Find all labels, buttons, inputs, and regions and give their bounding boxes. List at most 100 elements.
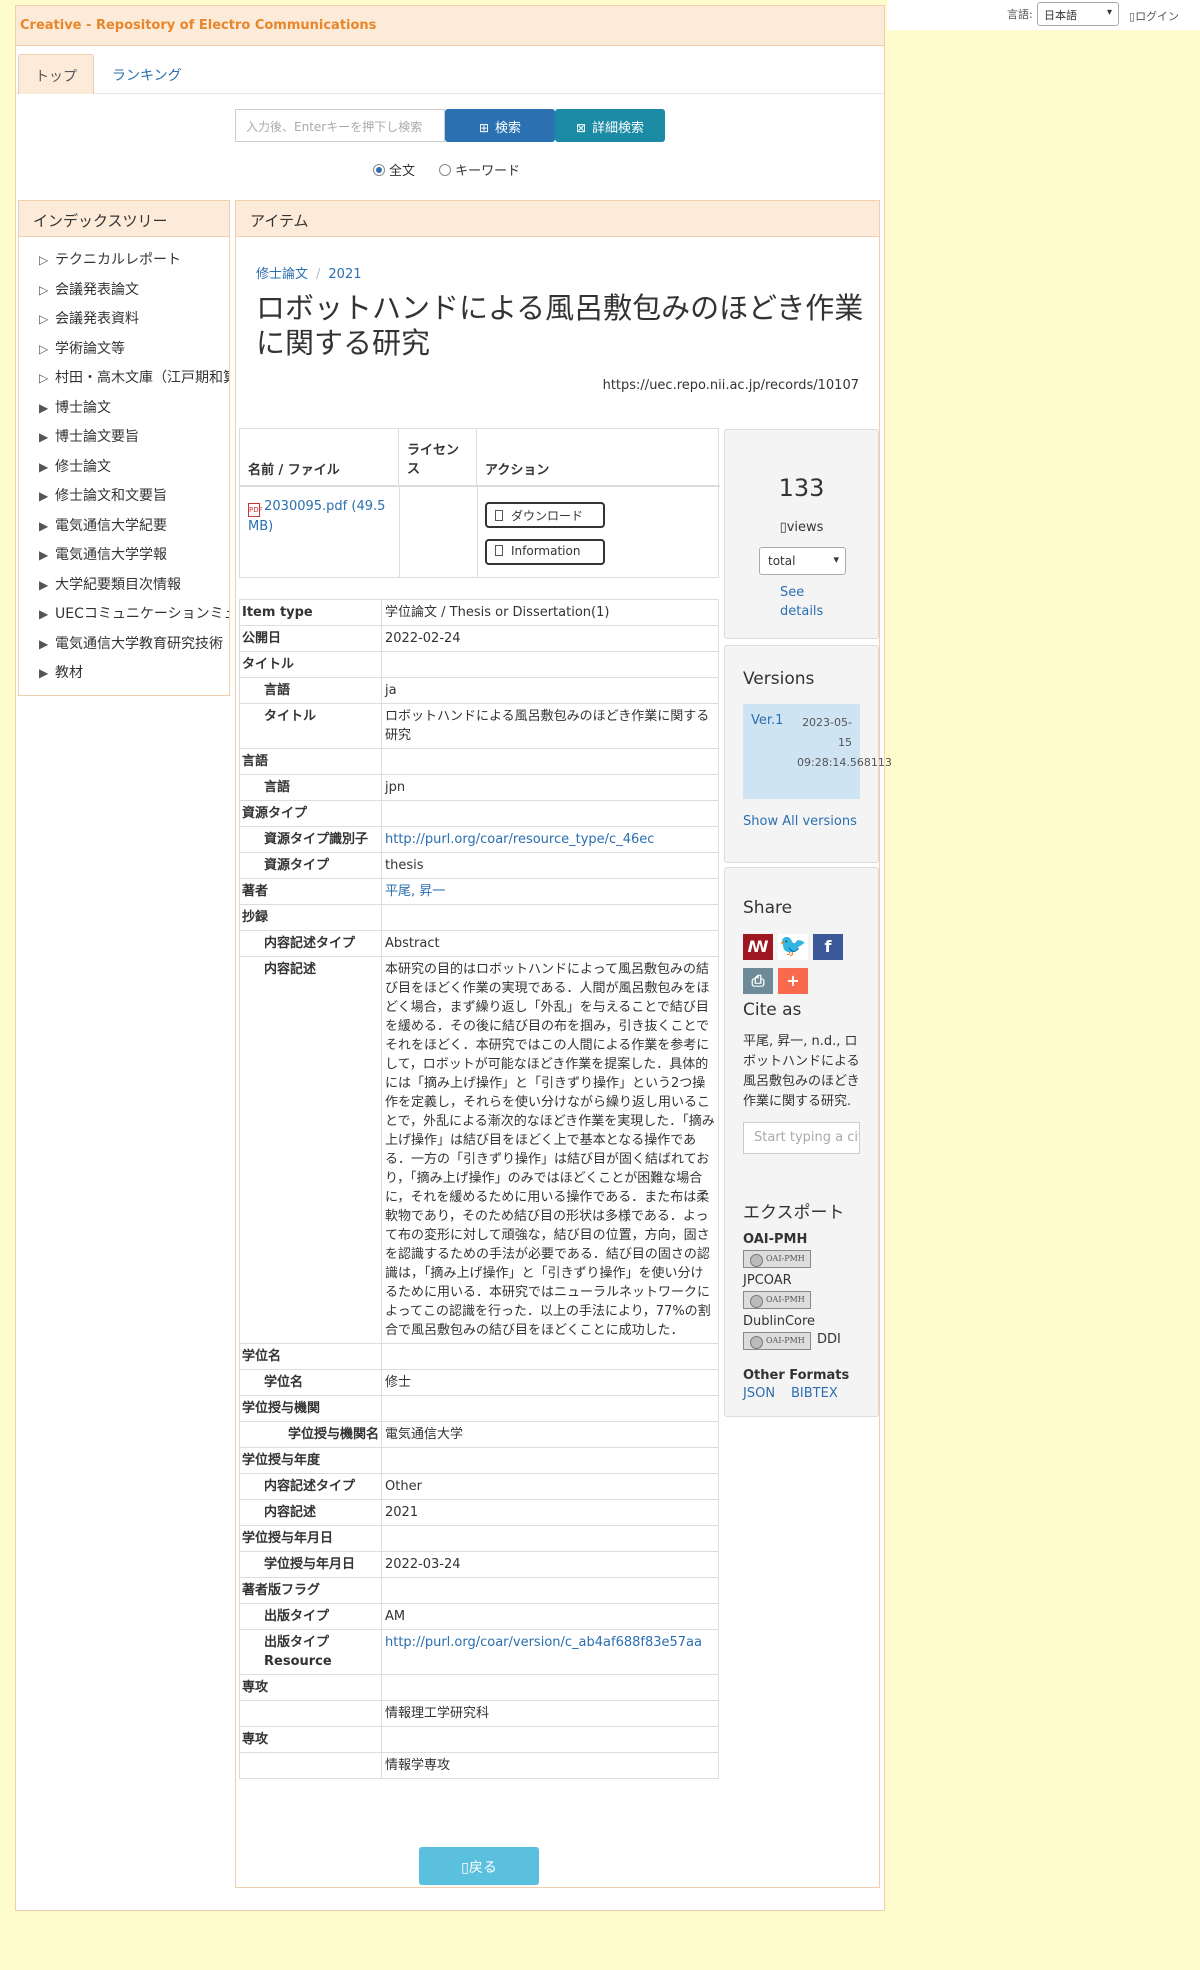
tree-item[interactable]: ▶ 修士論文和文要旨 [39, 485, 229, 515]
language-select[interactable]: 日本語 ▾ [1037, 2, 1119, 26]
tree-item[interactable]: ▷村田・高木文庫（江戸期和算書） [39, 367, 229, 397]
search-input[interactable]: 入力後、Enterキーを押下し検索 [235, 109, 445, 142]
version-item[interactable]: Ver.1 2023-05-15 09:28:14.568113 [743, 704, 892, 799]
tree-item[interactable]: ▶ 電気通信大学教育研究技術 [39, 633, 229, 663]
tree-item[interactable]: ▷ 学術論文等 [39, 338, 229, 368]
metadata-row: 言語 [239, 748, 719, 775]
tree-item[interactable]: ▷ 会議発表論文 [39, 279, 229, 309]
metadata-value [381, 1447, 719, 1474]
metadata-key: 内容記述 [239, 956, 382, 1344]
tree-item[interactable]: ▶ 大学紀要類目次情報 [39, 574, 229, 604]
chevron-down-icon: ▾ [833, 553, 839, 566]
tree-item[interactable]: ▶UECコミュニケーションミュージアム [39, 603, 229, 633]
print-icon[interactable]: ⎙ [743, 968, 773, 994]
metadata-value [381, 1395, 719, 1422]
file-name[interactable]: 2030095.pdf (49.5 MB) [248, 499, 385, 534]
other-formats-title: Other Formats [743, 1368, 850, 1383]
metadata-row: 学位名 [239, 1343, 719, 1370]
login-link[interactable]: ▯ログイン [1129, 8, 1179, 24]
caret-right-filled-icon[interactable]: ▶ [39, 578, 55, 592]
caret-right-filled-icon[interactable]: ▶ [39, 548, 55, 562]
metadata-value [381, 904, 719, 931]
breadcrumb: 修士論文 / 2021 [256, 263, 362, 282]
metadata-row: 専攻 [239, 1726, 719, 1753]
tree-item[interactable]: ▶ 電気通信大学学報 [39, 544, 229, 574]
caret-right-outline-icon[interactable]: ▷ [39, 253, 55, 267]
add-icon[interactable]: + [778, 968, 808, 994]
caret-right-filled-icon[interactable]: ▶ [39, 666, 55, 680]
index-tree-panel: インデックスツリー ▷ テクニカルレポート ▷ 会議発表論文 ▷ 会議発表資料 ▷ 学術論文等… [18, 200, 230, 696]
file-link[interactable]: PDF 2030095.pdf (49.5 MB) [248, 497, 393, 536]
caret-right-outline-icon[interactable]: ▷ [39, 342, 55, 356]
metadata-row: 資源タイプ thesis [239, 852, 719, 879]
metadata-value: Other [381, 1473, 719, 1500]
tree-item[interactable]: ▶ 電気通信大学紀要 [39, 515, 229, 545]
tree-item[interactable]: ▶ 修士論文 [39, 456, 229, 486]
mendeley-icon[interactable]: ꟿ [743, 934, 773, 960]
tree-item[interactable]: ▶ 博士論文 [39, 397, 229, 427]
twitter-icon[interactable]: 🐦 [778, 934, 808, 960]
caret-right-outline-icon[interactable]: ▷ [39, 283, 55, 297]
download-button[interactable]: ダウンロード [485, 502, 605, 528]
metadata-value[interactable]: http://purl.org/coar/resource_type/c_46e… [381, 826, 719, 853]
tree-item[interactable]: ▷ 会議発表資料 [39, 308, 229, 338]
see-details-link[interactable]: See details [780, 583, 830, 621]
views-period-select[interactable]: total ▾ [759, 547, 846, 575]
metadata-value: 情報学専攻 [381, 1752, 719, 1779]
caret-right-filled-icon[interactable]: ▶ [39, 401, 55, 415]
advanced-search-button[interactable]: ⊠ 詳細検索 [555, 109, 665, 142]
oai-pmh-badge-dublincore[interactable]: OAI-PMH [743, 1291, 811, 1309]
breadcrumb-item-index[interactable]: 修士論文 [256, 267, 308, 282]
metadata-value: thesis [381, 852, 719, 879]
metadata-row: 出版タイプResource http://purl.org/coar/versio… [239, 1629, 719, 1675]
facebook-icon[interactable]: f [813, 934, 843, 960]
tree-item[interactable]: ▷ テクニカルレポート [39, 249, 229, 279]
metadata-key: 著者 [239, 878, 382, 905]
breadcrumb-item-year[interactable]: 2021 [328, 267, 361, 282]
information-button[interactable]: Information [485, 539, 605, 565]
citation-style-input[interactable]: Start typing a citation style... [743, 1122, 860, 1154]
search-button[interactable]: ⊞ 検索 [445, 109, 555, 142]
caret-right-filled-icon[interactable]: ▶ [39, 607, 55, 621]
tree-item[interactable]: ▶ 教材 [39, 662, 229, 692]
tree-item[interactable]: ▶ 博士論文要旨 [39, 426, 229, 456]
caret-right-filled-icon[interactable]: ▶ [39, 430, 55, 444]
oai-pmh-badge-jpcoar[interactable]: OAI-PMH [743, 1250, 811, 1268]
metadata-value[interactable]: 平尾, 昇一 [381, 878, 719, 905]
metadata-row: Item type 学位論文 / Thesis or Dissertation(1… [239, 599, 719, 626]
caret-right-filled-icon[interactable]: ▶ [39, 637, 55, 651]
caret-right-filled-icon[interactable]: ▶ [39, 489, 55, 503]
caret-right-filled-icon[interactable]: ▶ [39, 460, 55, 474]
metadata-key: タイトル [239, 703, 382, 749]
oai-pmh-badge-ddi[interactable]: OAI-PMH [743, 1332, 811, 1350]
version-name[interactable]: Ver.1 [751, 713, 783, 728]
show-all-versions-link[interactable]: Show All versions [743, 814, 857, 829]
brand-title[interactable]: Creative - Repository of Electro Communi… [20, 18, 376, 33]
tree-item-label: 電気通信大学学報 [55, 547, 167, 563]
keyword-radio-label: キーワード [455, 164, 521, 179]
citation-text: 平尾, 昇一, n.d., ロボットハンドによる風呂敷包みのほどき作業に関する研… [743, 1034, 860, 1109]
back-button[interactable]: ▯戻る [419, 1847, 539, 1885]
nav-tabs: トップ ランキング [16, 46, 884, 94]
metadata-key: 資源タイプ [239, 800, 382, 827]
metadata-value[interactable]: http://purl.org/coar/version/c_ab4af688f… [381, 1629, 719, 1675]
caret-right-filled-icon[interactable]: ▶ [39, 519, 55, 533]
tab-ranking[interactable]: ランキング [96, 54, 198, 94]
caret-right-outline-icon[interactable]: ▷ [39, 312, 55, 326]
metadata-value: ja [381, 677, 719, 704]
file-table: 名前 / ファイル ライセンス アクション PDF 2030095.pdf (4… [239, 428, 720, 578]
metadata-key: 学位授与機関名 [239, 1421, 382, 1448]
metadata-value [381, 1577, 719, 1604]
views-label: ▯views [779, 520, 824, 535]
language-value: 日本語 [1044, 9, 1077, 22]
keyword-radio[interactable] [439, 164, 452, 176]
bibtex-export-link[interactable]: BIBTEX [791, 1386, 838, 1401]
tab-top[interactable]: トップ [18, 54, 94, 94]
fulltext-radio[interactable] [373, 164, 385, 176]
metadata-row: 専攻 [239, 1674, 719, 1701]
caret-right-outline-icon[interactable]: ▷ [39, 371, 55, 385]
tree-item-label: 博士論文 [55, 399, 111, 416]
json-export-link[interactable]: JSON [743, 1386, 775, 1401]
oai-pmh-label: OAI-PMH [743, 1232, 808, 1247]
language-bar: 言語: 日本語 ▾ ▯ログイン [887, 0, 1200, 30]
